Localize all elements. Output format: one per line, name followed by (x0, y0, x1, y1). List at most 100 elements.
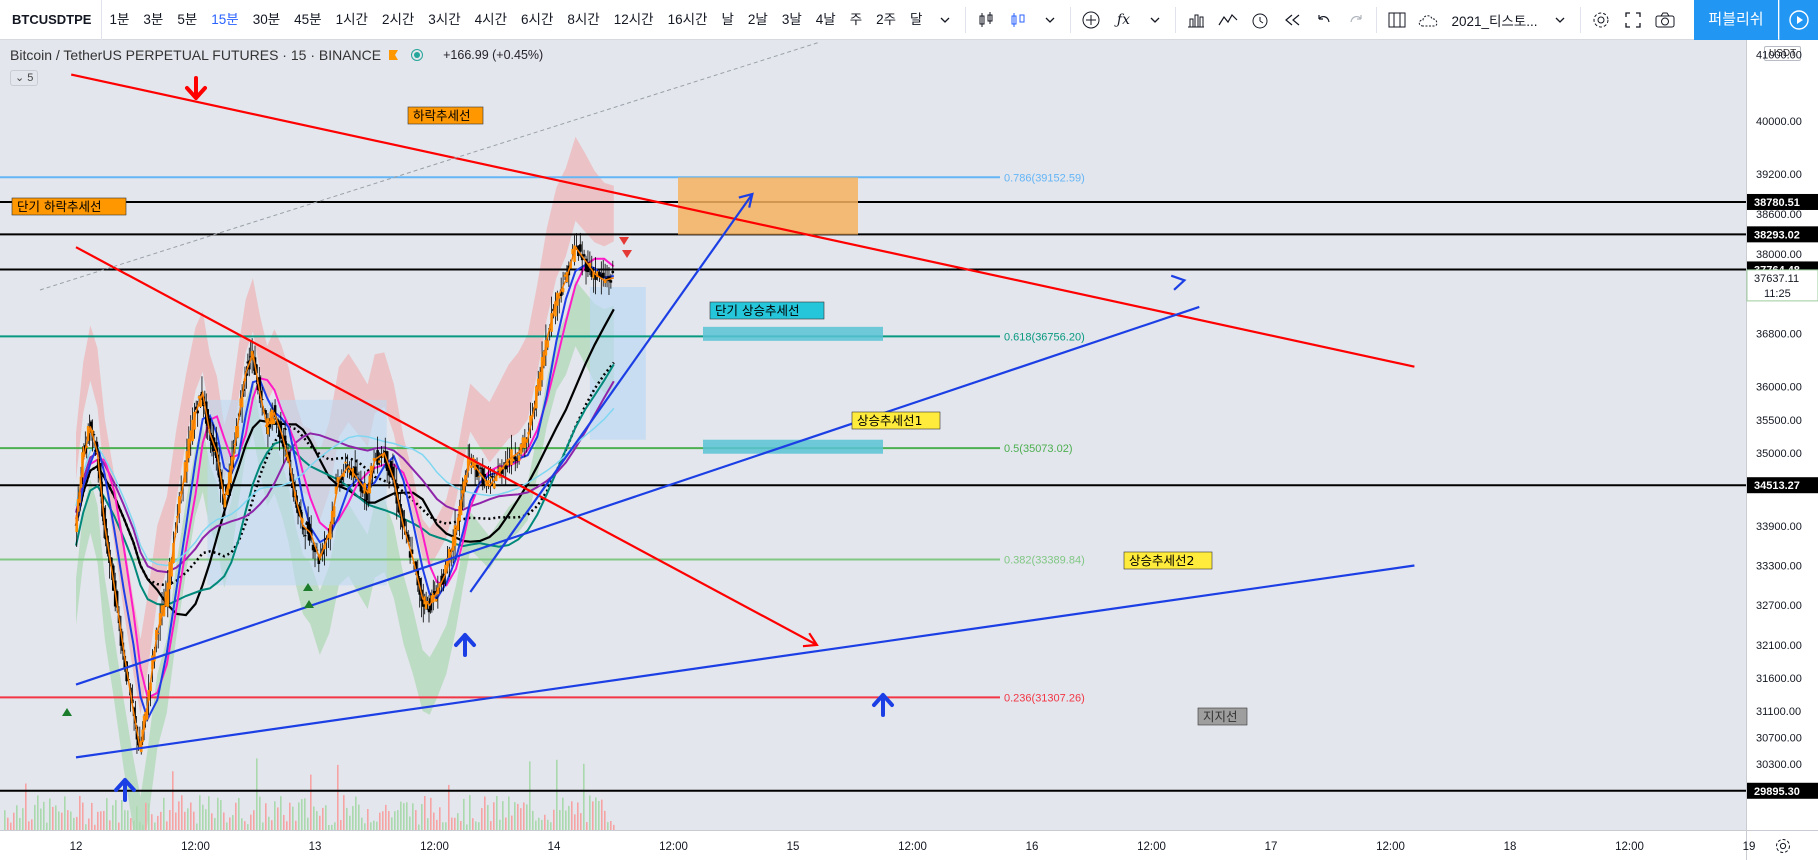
volume-bar (550, 822, 552, 830)
annotation-label[interactable]: 상승추세선1 (851, 411, 941, 430)
interval-tab[interactable]: 16시간 (661, 0, 715, 40)
volume-bar (511, 815, 513, 830)
annotation-label[interactable]: 하락추세선 (407, 106, 484, 125)
interval-tab[interactable]: 5분 (170, 0, 204, 40)
interval-tab[interactable]: 45분 (287, 0, 328, 40)
price-axis[interactable] (1746, 40, 1818, 830)
volume-bar (580, 813, 582, 830)
support-zone[interactable] (703, 439, 883, 454)
fullscreen-icon[interactable] (1617, 0, 1649, 40)
interval-tab[interactable]: 8시간 (560, 0, 606, 40)
candle-body (477, 476, 481, 478)
volume-bar (475, 821, 477, 830)
volume-bar (535, 820, 537, 830)
interval-tab[interactable]: 2주 (869, 0, 903, 40)
volume-bar (493, 802, 495, 830)
interval-tab[interactable]: 3분 (136, 0, 170, 40)
volume-bar (541, 819, 543, 830)
volume-bar (124, 810, 126, 830)
interval-tab[interactable]: 3날 (775, 0, 809, 40)
interval-tab[interactable]: 날 (714, 0, 740, 40)
annotation-label[interactable]: 지지선 (1197, 707, 1248, 726)
interval-tab[interactable]: 6시간 (514, 0, 560, 40)
interval-tab[interactable]: 30분 (246, 0, 287, 40)
volume-bar (469, 795, 471, 830)
volume-bar (46, 822, 48, 830)
volume-bar (211, 813, 213, 830)
volume-bar (544, 814, 546, 830)
candle-body (272, 418, 275, 424)
volume-bar (484, 796, 486, 830)
redo-icon[interactable] (1340, 0, 1372, 40)
publish-button[interactable]: 퍼블리쉬 (1694, 0, 1778, 40)
camera-icon[interactable] (1649, 0, 1681, 40)
interval-tab[interactable]: 12시간 (607, 0, 661, 40)
gear-icon[interactable] (1585, 0, 1617, 40)
chart-pane[interactable]: 0.786(39152.59) 0.618(36756.20) 0.5(35073.… (0, 40, 1818, 860)
volume-bar (304, 798, 306, 830)
interval-tab[interactable]: 1시간 (329, 0, 375, 40)
volume-bar (235, 802, 237, 830)
interval-tab[interactable]: 3시간 (421, 0, 467, 40)
candles-icon[interactable] (970, 0, 1002, 40)
candle-body (491, 475, 494, 478)
volume-bar (409, 816, 411, 830)
volume-bar (73, 817, 75, 830)
chevron-down-icon: ⌄ (15, 72, 25, 84)
chevron-down-icon[interactable] (1544, 0, 1576, 40)
replay-icon[interactable] (1276, 0, 1308, 40)
play-icon[interactable] (1779, 0, 1818, 40)
indicators-icon[interactable] (1212, 0, 1244, 40)
support-zone[interactable] (703, 326, 883, 341)
interval-tab[interactable]: 4날 (809, 0, 843, 40)
time-axis[interactable] (0, 830, 1746, 860)
bar-style-icon[interactable] (1002, 0, 1034, 40)
symbol-search[interactable]: BTCUSDTPE (0, 0, 103, 40)
cloud-icon[interactable] (1413, 0, 1445, 40)
volume-bar (154, 822, 156, 830)
indicator-collapse-toggle[interactable]: ⌄ 5 (10, 70, 39, 86)
toolbar-separator (1175, 6, 1177, 33)
chevron-down-icon[interactable] (1139, 0, 1171, 40)
volume-bar (205, 809, 207, 830)
layout-name[interactable]: 2021_티스토... (1445, 10, 1543, 30)
interval-tab[interactable]: 2시간 (375, 0, 421, 40)
volume-bar (346, 807, 348, 830)
annotation-text: 상승추세선2 (1129, 553, 1194, 568)
annotation-label[interactable]: 상승추세선2 (1123, 551, 1213, 570)
volume-bar (532, 810, 534, 830)
interval-tab[interactable]: 2날 (741, 0, 775, 40)
add-indicator-icon[interactable] (1075, 0, 1107, 40)
volume-bar (523, 802, 525, 830)
volume-bar (223, 812, 225, 830)
volume-bar (340, 819, 342, 830)
interval-tab[interactable]: 15분 (204, 0, 245, 40)
annotation-label[interactable]: 단기 하락추세선 (11, 197, 127, 216)
bars-chart-icon[interactable] (1180, 0, 1212, 40)
interval-tab[interactable]: 주 (843, 0, 869, 40)
interval-tab[interactable]: 1분 (102, 0, 136, 40)
layout-icon[interactable] (1381, 0, 1413, 40)
formula-icon[interactable]: ƒx (1107, 0, 1139, 40)
volume-bar (598, 801, 600, 830)
gear-icon[interactable] (1746, 830, 1818, 860)
volume-bar (79, 795, 81, 830)
market-status-icon (411, 49, 424, 61)
price-chart[interactable]: 0.786(39152.59) 0.618(36756.20) 0.5(35073.… (0, 40, 1818, 860)
volume-bar (442, 822, 444, 830)
volume-bar (307, 817, 309, 830)
volume-bar (109, 820, 111, 830)
volume-bar (16, 805, 18, 830)
interval-tab[interactable]: 달 (903, 0, 929, 40)
volume-bar (298, 802, 300, 830)
flag-icon[interactable] (387, 49, 399, 61)
interval-tab[interactable]: 4시간 (468, 0, 514, 40)
chevron-down-icon[interactable] (1034, 0, 1066, 40)
toolbar-separator (965, 6, 967, 33)
chevron-down-icon[interactable] (929, 0, 961, 40)
annotation-label[interactable]: 단기 상승추세선 (709, 301, 825, 320)
undo-icon[interactable] (1308, 0, 1340, 40)
candle-body (609, 280, 613, 283)
alert-icon[interactable] (1244, 0, 1276, 40)
currency-badge[interactable]: USDT (1764, 46, 1802, 61)
